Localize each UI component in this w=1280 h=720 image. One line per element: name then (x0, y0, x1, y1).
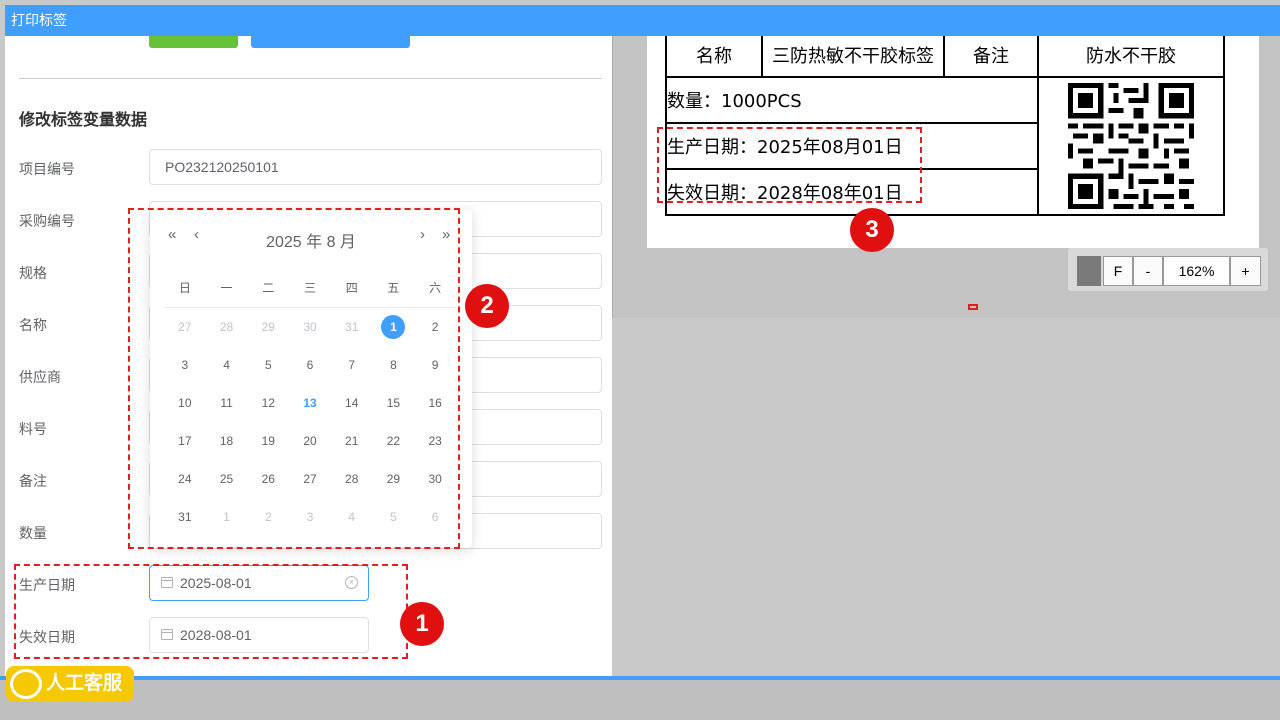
field-label-remark: 备注 (19, 473, 47, 489)
resize-handle-icon[interactable] (968, 304, 978, 310)
customer-service-label: 人工客服 (46, 673, 123, 694)
label-remark-value: 防水不干胶 (1037, 32, 1225, 78)
annotation-box-dates (14, 564, 408, 659)
field-label-part-no: 料号 (19, 421, 47, 437)
field-label-name: 名称 (19, 317, 47, 333)
label-quantity: 数量：1000PCS (665, 76, 1039, 124)
zoom-toolbar: F - 162% + (1068, 248, 1268, 291)
section-title: 修改标签变量数据 (19, 112, 148, 129)
annotation-box-preview (657, 127, 922, 203)
qr-code-icon (1068, 83, 1194, 209)
field-label-project-no: 项目编号 (19, 161, 75, 177)
annotation-marker-2: 2 (465, 284, 509, 328)
green-button[interactable] (149, 36, 238, 48)
label-name-value: 三防热敏不干胶标签 (761, 32, 945, 78)
field-label-spec: 规格 (19, 265, 47, 281)
dialog-title: 打印标签 (5, 5, 1280, 36)
zoom-out-button[interactable]: - (1133, 256, 1163, 286)
annotation-marker-3: 3 (850, 208, 894, 252)
headset-icon (10, 669, 42, 699)
fit-button[interactable]: F (1103, 256, 1133, 286)
color-swatch[interactable] (1077, 256, 1101, 286)
blue-button[interactable] (251, 36, 410, 48)
field-label-quantity: 数量 (19, 525, 47, 541)
annotation-box-calendar (128, 208, 460, 549)
field-label-purchase-no: 采购编号 (19, 213, 75, 229)
field-label-supplier: 供应商 (19, 369, 61, 385)
label-name-key: 名称 (665, 32, 763, 78)
customer-service-button[interactable]: 人工客服 (6, 666, 134, 702)
background-page-strip (0, 676, 1280, 720)
divider (19, 78, 602, 79)
label-qr-cell (1037, 76, 1225, 216)
zoom-level[interactable]: 162% (1163, 256, 1230, 286)
dialog-bottom-border (0, 676, 1280, 680)
label-remark-key: 备注 (943, 32, 1039, 78)
annotation-marker-1: 1 (400, 602, 444, 646)
zoom-in-button[interactable]: + (1230, 256, 1261, 286)
project-no-input[interactable]: PO232120250101 (149, 149, 602, 185)
